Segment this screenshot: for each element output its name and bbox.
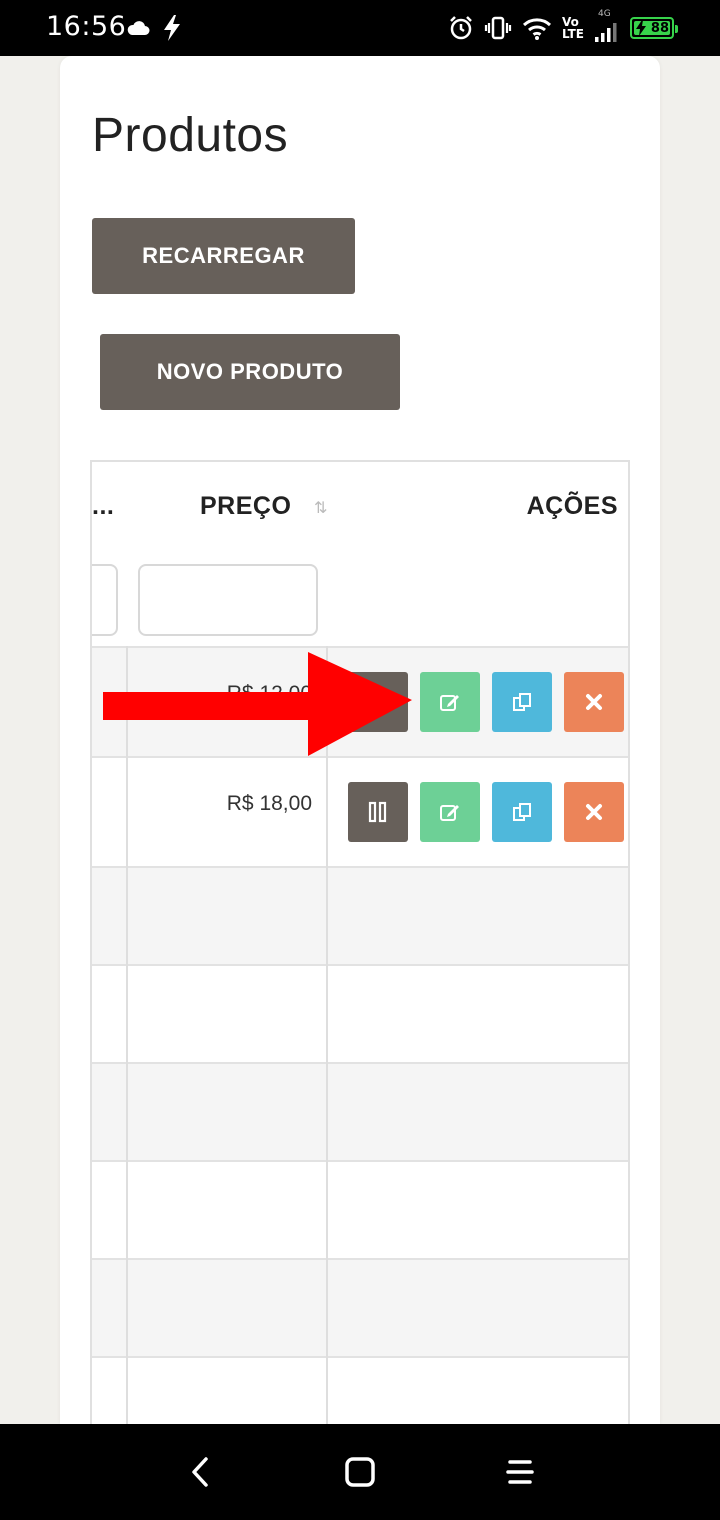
status-right-icons: Vo LTE 4G 88 [448, 9, 678, 46]
delete-button[interactable] [564, 672, 624, 732]
copy-button[interactable] [492, 782, 552, 842]
table-row [92, 866, 628, 964]
column-divider [326, 646, 328, 1424]
page-title: Produtos [92, 109, 289, 162]
sort-icon[interactable]: ⇅ [314, 498, 327, 517]
table-row [92, 1160, 628, 1258]
price-cell: R$ 18,00 [226, 792, 312, 815]
network-lte: LTE [561, 27, 584, 41]
column-divider [126, 646, 128, 1424]
cloud-icon [127, 21, 150, 35]
home-button[interactable] [330, 1442, 390, 1502]
reload-button[interactable]: RECARREGAR [92, 218, 355, 294]
new-product-button[interactable]: NOVO PRODUTO [100, 334, 400, 410]
menu-icon [506, 1460, 534, 1484]
filter-input-price[interactable] [138, 564, 318, 636]
delete-icon [586, 694, 602, 710]
annotation-arrow [103, 652, 412, 756]
delete-button[interactable] [564, 782, 624, 842]
signal-icon [595, 23, 617, 42]
copy-icon [513, 693, 531, 711]
table-row [92, 1062, 628, 1160]
status-left-icons [126, 12, 182, 44]
menu-button[interactable] [490, 1442, 550, 1502]
bolt-icon [164, 15, 180, 41]
edit-icon [440, 805, 459, 821]
wifi-icon [522, 18, 551, 40]
products-table: ... PREÇO ⇅ AÇÕES R$ 12,00 [90, 460, 630, 1424]
edit-icon [440, 695, 459, 711]
copy-button[interactable] [492, 672, 552, 732]
edit-button[interactable] [420, 672, 480, 732]
pause-button[interactable] [348, 782, 408, 842]
pause-icon [368, 801, 387, 823]
table-row [92, 1356, 628, 1424]
network-label: Vo LTE [562, 16, 584, 40]
filter-input-truncated[interactable] [92, 564, 118, 636]
back-button[interactable] [170, 1442, 230, 1502]
table-row [92, 1258, 628, 1356]
back-icon [192, 1457, 208, 1487]
column-header-actions: AÇÕES [526, 492, 618, 520]
vibrate-icon [484, 16, 512, 40]
screen: 16:56 Vo LTE 4G 88 Produtos RECARREGAR N… [0, 0, 720, 1520]
status-time: 16:56 [46, 11, 127, 42]
home-icon [345, 1457, 375, 1487]
column-header-price[interactable]: PREÇO [200, 492, 291, 521]
column-header-truncated: ... [92, 492, 115, 520]
delete-icon [586, 804, 602, 820]
signal-group: 4G [594, 9, 620, 43]
battery-level: 88 [650, 20, 669, 36]
network-type: 4G [598, 9, 611, 19]
table-row: R$ 18,00 [92, 756, 628, 866]
battery-icon: 88 [630, 17, 678, 39]
status-bar: 16:56 Vo LTE 4G 88 [0, 0, 720, 56]
charging-icon [636, 20, 646, 36]
edit-button[interactable] [420, 782, 480, 842]
table-row [92, 964, 628, 1062]
navigation-bar [0, 1424, 720, 1520]
copy-icon [513, 803, 531, 821]
alarm-icon [450, 16, 472, 40]
